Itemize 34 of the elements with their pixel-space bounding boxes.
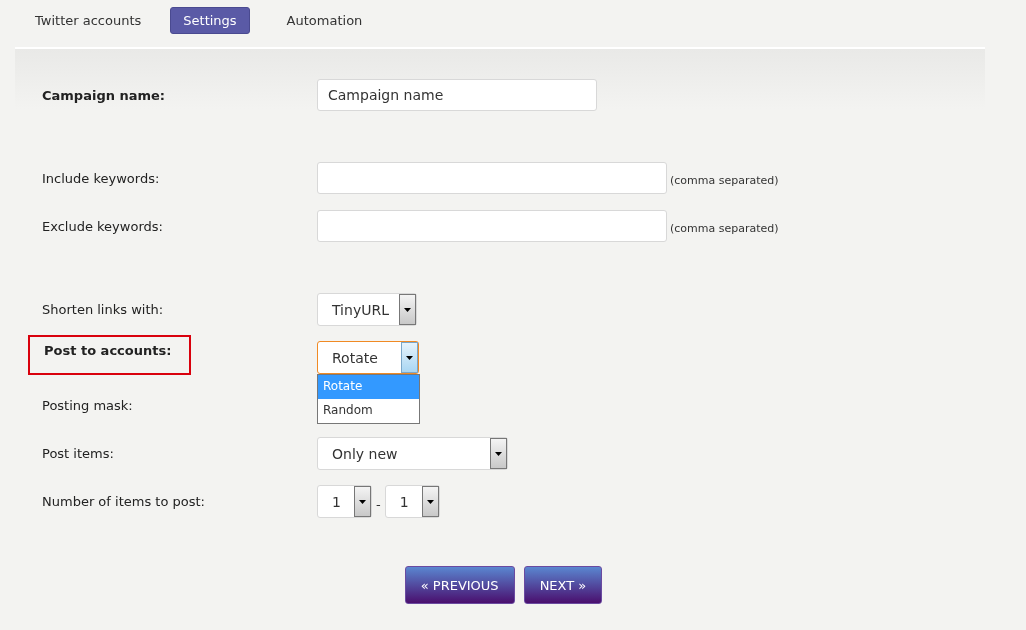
tab[interactable]: Twitter accounts xyxy=(22,7,155,34)
dropdown-arrow-button[interactable] xyxy=(399,294,416,325)
dropdown-select[interactable]: Only new xyxy=(317,437,508,470)
dropdown-arrow-button[interactable] xyxy=(490,438,507,469)
dropdown-arrow-button[interactable] xyxy=(354,486,371,517)
field-hint: (comma separated) xyxy=(670,174,779,187)
dropdown-select[interactable]: Rotate xyxy=(317,341,419,374)
dropdown-arrow-button[interactable] xyxy=(401,342,418,373)
field-label: Number of items to post: xyxy=(42,493,206,509)
field-label: Posting mask: xyxy=(42,397,134,413)
tab[interactable]: Automation xyxy=(273,7,376,34)
text-field[interactable]: Campaign name xyxy=(317,79,597,111)
tab[interactable]: Settings xyxy=(170,7,250,34)
field-label: Exclude keywords: xyxy=(42,218,164,234)
dropdown-select[interactable]: 1 xyxy=(384,485,440,518)
field-label: Shorten links with: xyxy=(42,301,165,317)
field-label: Include keywords: xyxy=(42,170,161,186)
previous-button[interactable]: « PREVIOUS xyxy=(404,566,515,604)
dropdown-arrow-button[interactable] xyxy=(421,486,439,517)
caret-icon xyxy=(495,451,502,456)
caret-icon xyxy=(406,355,413,360)
caret-icon xyxy=(404,307,411,312)
dropdown-select[interactable]: 1 xyxy=(317,485,372,518)
field-label: Post items: xyxy=(42,445,115,461)
text-field[interactable] xyxy=(317,210,667,242)
caret-icon xyxy=(359,499,366,504)
field-hint: (comma separated) xyxy=(670,222,779,235)
range-separator: - xyxy=(376,497,381,512)
field-label: Campaign name: xyxy=(42,87,167,103)
next-button[interactable]: NEXT » xyxy=(523,566,603,604)
dropdown-select[interactable]: TinyURL xyxy=(317,293,417,326)
caret-icon xyxy=(426,499,434,504)
text-field[interactable] xyxy=(317,162,667,194)
highlighted-field-label: Post to accounts: xyxy=(28,335,191,375)
